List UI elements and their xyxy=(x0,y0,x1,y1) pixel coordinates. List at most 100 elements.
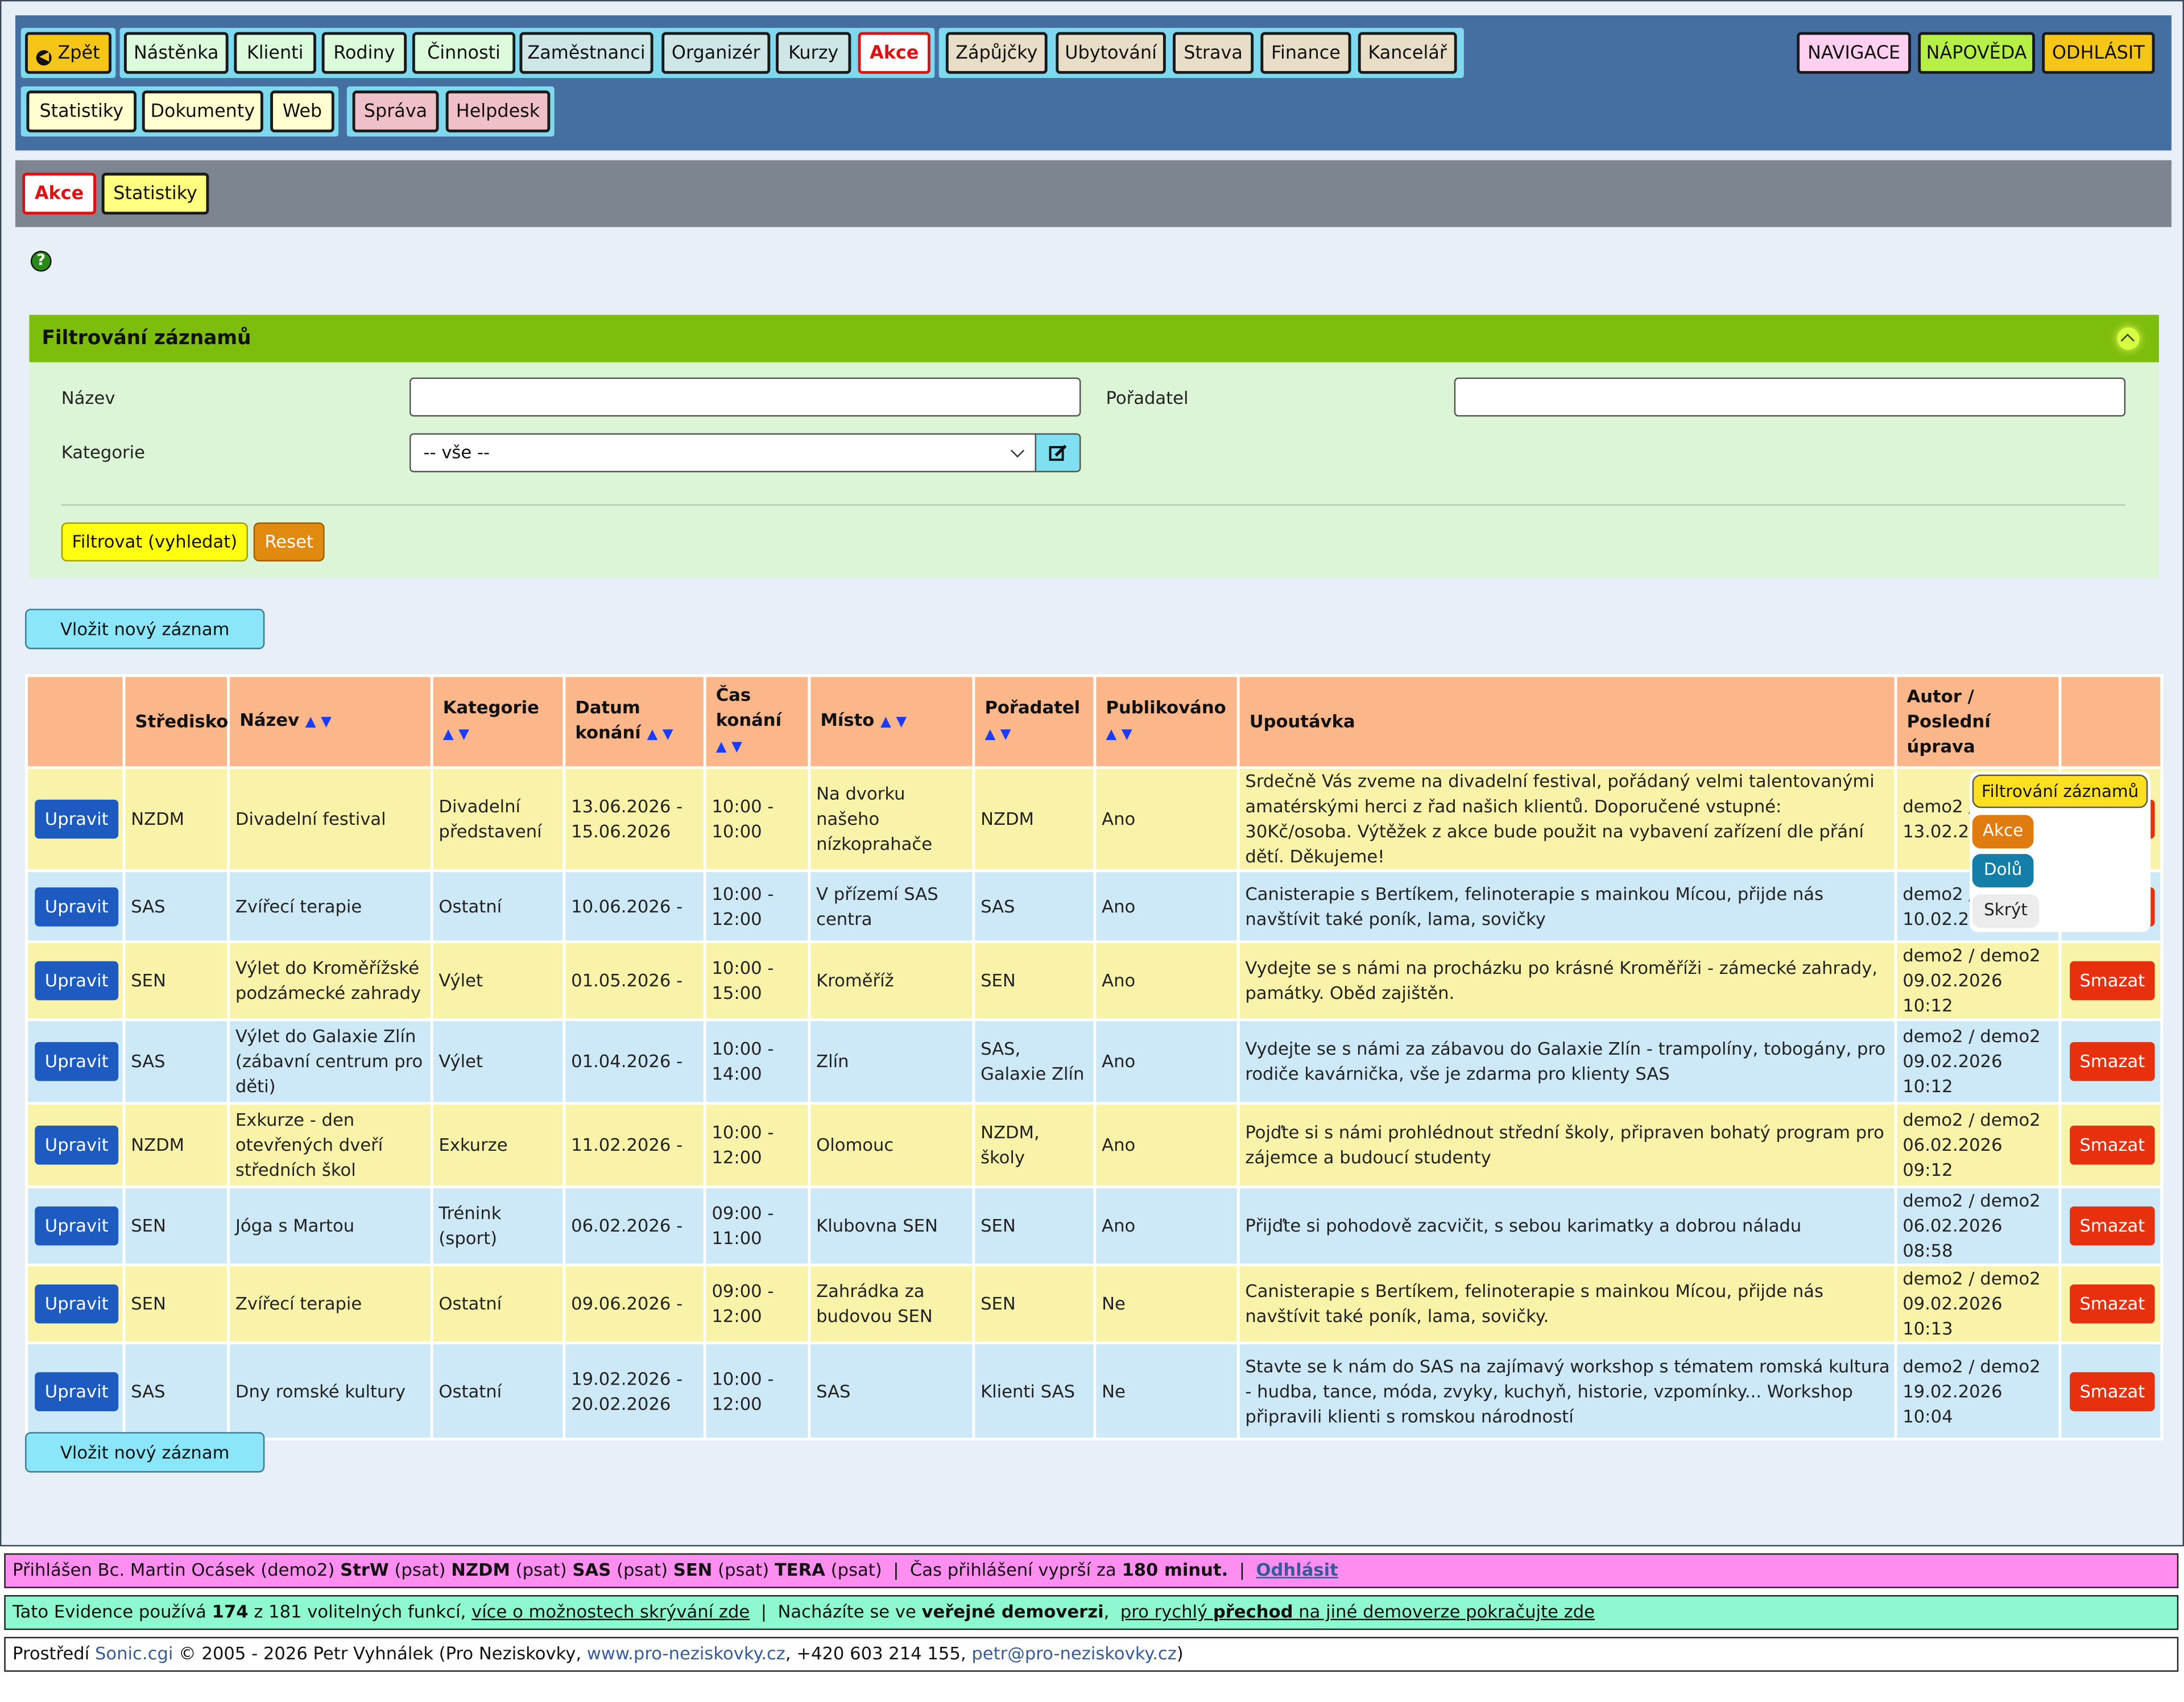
organizer-input[interactable] xyxy=(1454,377,2126,417)
delete-button[interactable]: Smazat xyxy=(2070,1371,2155,1411)
edit-button[interactable]: Upravit xyxy=(35,1371,119,1411)
cell-category: Ostatní xyxy=(430,1341,566,1441)
filter-divider xyxy=(61,504,2126,506)
sub-navigation: Akce Statistiky xyxy=(15,160,2171,228)
filter-search-button[interactable]: Filtrovat (vyhledat) xyxy=(61,522,248,561)
delete-button[interactable]: Smazat xyxy=(2070,1284,2155,1324)
nav-organizer[interactable]: Organizér xyxy=(661,32,771,74)
odhlasit-button[interactable]: ODHLÁSIT xyxy=(2042,32,2155,74)
delete-button[interactable]: Smazat xyxy=(2070,1125,2155,1165)
cell-name: Výlet do Galaxie Zlín (zábavní centrum p… xyxy=(227,1018,433,1105)
cell-published: Ne xyxy=(1093,1341,1240,1441)
quick-akce-button[interactable]: Akce xyxy=(1972,815,2034,849)
table-row: Upravit SAS Výlet do Galaxie Zlín (zábavní… xyxy=(25,1018,2164,1105)
nav-dokumenty[interactable]: Dokumenty xyxy=(142,90,263,133)
nav-zamestnanci[interactable]: Zaměstnanci xyxy=(519,32,653,74)
nav-strava[interactable]: Strava xyxy=(1173,32,1254,74)
sort-arrows-icon[interactable]: ▲ ▼ xyxy=(985,727,1011,742)
edit-category-button[interactable] xyxy=(1035,433,1081,473)
sort-arrows-icon[interactable]: ▲ ▼ xyxy=(716,740,742,755)
back-button[interactable]: ◀ Zpět xyxy=(25,32,111,74)
cell-organizer: SEN xyxy=(972,940,1097,1022)
cell-time: 10:00 - 10:00 xyxy=(703,766,811,873)
cell-date: 01.05.2026 - xyxy=(562,940,706,1022)
sort-arrows-icon[interactable]: ▲ ▼ xyxy=(443,727,469,742)
new-record-button-top[interactable]: Vložit nový záznam xyxy=(25,609,265,650)
sort-arrows-icon[interactable]: ▲ ▼ xyxy=(880,714,907,730)
quick-down-button[interactable]: Dolů xyxy=(1972,854,2034,888)
col-header-category[interactable]: Kategorie ▲ ▼ xyxy=(430,674,566,769)
nav-nastenka[interactable]: Nástěnka xyxy=(123,32,229,74)
cell-category: Exkurze xyxy=(430,1102,566,1188)
table-header-row: Středisko Název ▲ ▼ Kategorie ▲ ▼ Datum … xyxy=(25,674,2164,769)
edit-button[interactable]: Upravit xyxy=(35,961,119,1001)
quick-hide-button[interactable]: Skrýt xyxy=(1972,894,2040,928)
edit-icon xyxy=(1049,444,1067,461)
edit-button[interactable]: Upravit xyxy=(35,1042,119,1081)
nav-web[interactable]: Web xyxy=(270,90,334,133)
footer-demo-link[interactable]: pro rychlý přechod na jiné demoverze pok… xyxy=(1120,1601,1595,1622)
nav-finance[interactable]: Finance xyxy=(1260,32,1351,74)
delete-button[interactable]: Smazat xyxy=(2070,1206,2155,1246)
napoveda-button[interactable]: NÁPOVĚDA xyxy=(1918,32,2035,74)
cell-center: SEN xyxy=(122,1185,230,1267)
footer-logout-link[interactable]: Odhlásit xyxy=(1256,1559,1338,1580)
edit-button[interactable]: Upravit xyxy=(35,799,119,839)
nav-ubytovani[interactable]: Ubytování xyxy=(1056,32,1166,74)
col-header-name[interactable]: Název ▲ ▼ xyxy=(227,674,433,769)
new-record-button-bottom[interactable]: Vložit nový záznam xyxy=(25,1432,265,1473)
floating-quick-menu: Filtrování záznamů Akce Dolů Skrýt xyxy=(1969,771,2151,932)
col-header-time[interactable]: Čas konání ▲ ▼ xyxy=(703,674,811,769)
nav-kurzy[interactable]: Kurzy xyxy=(776,32,851,74)
cell-center: NZDM xyxy=(122,766,230,873)
col-header-organizer[interactable]: Pořadatel ▲ ▼ xyxy=(972,674,1097,769)
name-input[interactable] xyxy=(410,377,1081,417)
sort-arrows-icon[interactable]: ▲ ▼ xyxy=(647,727,673,742)
cell-delete: Smazat xyxy=(2058,1102,2164,1188)
col-header-place[interactable]: Místo ▲ ▼ xyxy=(808,674,975,769)
cell-published: Ano xyxy=(1093,766,1240,873)
delete-button[interactable]: Smazat xyxy=(2070,1042,2155,1081)
category-select[interactable]: -- vše -- xyxy=(410,433,1037,473)
cell-date: 19.02.2026 - 20.02.2026 xyxy=(562,1341,706,1441)
nav-cinnosti[interactable]: Činnosti xyxy=(412,32,516,74)
footer-web-link[interactable]: www.pro-neziskovky.cz xyxy=(587,1642,785,1663)
cell-teaser: Srdečně Vás zveme na divadelní festival,… xyxy=(1236,766,1897,873)
nav-sprava[interactable]: Správa xyxy=(352,90,439,133)
cell-time: 10:00 - 12:00 xyxy=(703,1341,811,1441)
footer-features-link[interactable]: více o možnostech skrývání zde xyxy=(471,1601,750,1622)
sort-arrows-icon[interactable]: ▲ ▼ xyxy=(1106,727,1132,742)
footer-sonic-link[interactable]: Sonic.cgi xyxy=(95,1642,173,1663)
navigace-button[interactable]: NAVIGACE xyxy=(1797,32,1912,74)
filter-reset-button[interactable]: Reset xyxy=(253,522,325,561)
nav-zapujcky[interactable]: Zápůjčky xyxy=(945,32,1048,74)
back-arrow-icon: ◀ xyxy=(36,50,52,66)
cell-organizer: SEN xyxy=(972,1263,1097,1345)
collapse-icon[interactable] xyxy=(2117,327,2140,350)
nav-akce[interactable]: Akce xyxy=(858,32,930,74)
edit-button[interactable]: Upravit xyxy=(35,886,119,926)
footer-email-link[interactable]: petr@pro-neziskovky.cz xyxy=(971,1642,1176,1663)
quick-filter-button[interactable]: Filtrování záznamů xyxy=(1972,774,2148,808)
nav-helpdesk[interactable]: Helpdesk xyxy=(445,90,551,133)
sort-arrows-icon[interactable]: ▲ ▼ xyxy=(305,714,332,730)
nav-kancelar[interactable]: Kancelář xyxy=(1358,32,1457,74)
subnav-statistiky[interactable]: Statistiky xyxy=(101,172,209,215)
delete-button[interactable]: Smazat xyxy=(2070,961,2155,1001)
help-icon[interactable]: ? xyxy=(30,250,52,272)
nav-rodiny[interactable]: Rodiny xyxy=(321,32,407,74)
cell-delete: Smazat xyxy=(2058,1341,2164,1441)
edit-button[interactable]: Upravit xyxy=(35,1125,119,1165)
edit-button[interactable]: Upravit xyxy=(35,1284,119,1324)
cell-time: 10:00 - 12:00 xyxy=(703,869,811,943)
cell-time: 10:00 - 14:00 xyxy=(703,1018,811,1105)
col-header-center: Středisko xyxy=(122,674,230,769)
nav-klienti[interactable]: Klienti xyxy=(234,32,316,74)
subnav-akce[interactable]: Akce xyxy=(22,172,96,215)
col-header-date[interactable]: Datum konání ▲ ▼ xyxy=(562,674,706,769)
edit-button[interactable]: Upravit xyxy=(35,1206,119,1246)
col-header-published[interactable]: Publikováno ▲ ▼ xyxy=(1093,674,1240,769)
cell-delete: Smazat xyxy=(2058,1018,2164,1105)
nav-statistiky[interactable]: Statistiky xyxy=(26,90,137,133)
filter-header[interactable]: Filtrování záznamů xyxy=(29,315,2159,362)
